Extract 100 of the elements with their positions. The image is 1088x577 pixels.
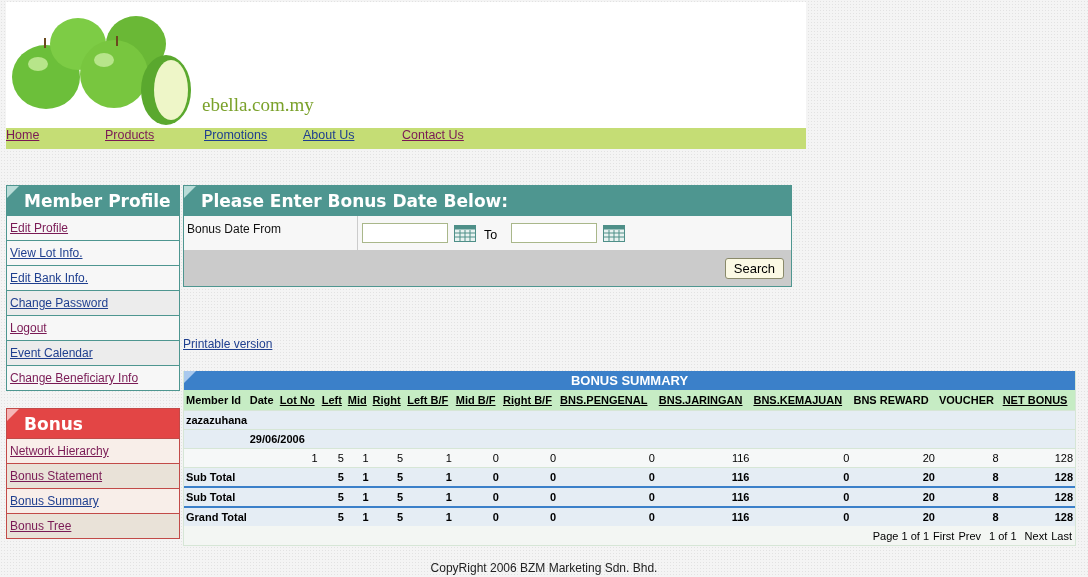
table-cell: 0	[453, 507, 501, 526]
column-header: Date	[247, 390, 278, 411]
menu-title: Bonus	[7, 409, 179, 438]
column-header[interactable]: BNS.JARINGAN	[656, 390, 752, 411]
menu-link[interactable]: Change Password	[10, 296, 109, 310]
panel-title: Please Enter Bonus Date Below:	[184, 186, 791, 216]
table-cell: 1	[405, 448, 454, 468]
table-cell: 1	[345, 507, 371, 526]
table-cell: 116	[656, 507, 752, 526]
table-cell: 5	[319, 487, 346, 507]
date-from-field[interactable]	[362, 223, 448, 243]
table-cell: 1	[345, 448, 371, 468]
table-cell: 1	[277, 448, 320, 468]
table-cell: 20	[851, 448, 937, 468]
nav-link[interactable]: Home	[6, 128, 105, 143]
menu-link[interactable]: Bonus Summary	[10, 494, 99, 508]
table-cell: zazazuhana	[184, 410, 1075, 430]
table-cell: 5	[370, 448, 406, 468]
table-cell: 1	[345, 487, 371, 507]
table-cell: 20	[851, 467, 937, 487]
nav-link[interactable]: About Us	[303, 128, 402, 143]
last-link[interactable]: Last	[1051, 529, 1072, 542]
table-cell: 128	[1000, 467, 1075, 487]
table-cell: 128	[1000, 507, 1075, 526]
table-cell: 1	[405, 487, 454, 507]
column-header[interactable]: Left	[319, 390, 346, 411]
next-link[interactable]: Next	[1024, 529, 1048, 542]
copyright-text: CopyRight 2006 BZM Marketing Sdn. Bhd.	[430, 561, 658, 575]
page-position: 1 of 1	[989, 529, 1017, 542]
table-cell: 0	[751, 467, 852, 487]
table-cell: 29/06/2006	[247, 429, 1075, 449]
menu-link[interactable]: Change Beneficiary Info	[10, 371, 139, 385]
calendar-icon[interactable]	[454, 224, 476, 242]
corner-fold-icon	[7, 409, 19, 421]
table-cell: 0	[453, 487, 501, 507]
column-header[interactable]: Right B/F	[500, 390, 559, 411]
column-header[interactable]: Right	[370, 390, 406, 411]
search-button[interactable]: Search	[724, 257, 784, 279]
table-cell: 5	[319, 507, 346, 526]
table-cell: 0	[500, 448, 559, 468]
menu-link[interactable]: Edit Profile	[10, 221, 69, 235]
column-header[interactable]: Mid	[345, 390, 371, 411]
column-header[interactable]: NET BONUS	[1000, 390, 1075, 411]
table-cell: 5	[319, 467, 346, 487]
column-header[interactable]: Left B/F	[405, 390, 454, 411]
menu-link[interactable]: Bonus Tree	[10, 519, 72, 533]
column-header: BNS REWARD	[851, 390, 937, 411]
column-header[interactable]: BNS.PENGENAL	[558, 390, 657, 411]
menu-link[interactable]: Bonus Statement	[10, 469, 103, 483]
table-title: BONUS SUMMARY	[570, 373, 689, 388]
table-cell: 8	[936, 448, 1001, 468]
table-cell: Sub Total	[184, 487, 320, 507]
menu-title: Member Profile	[7, 186, 179, 215]
table-cell: 5	[370, 467, 406, 487]
nav-link[interactable]: Promotions	[204, 128, 303, 143]
table-cell: 1	[345, 467, 371, 487]
table-cell: 128	[1000, 448, 1075, 468]
column-header[interactable]: Mid B/F	[453, 390, 501, 411]
table-cell: 116	[656, 487, 752, 507]
column-header[interactable]: Lot No	[277, 390, 320, 411]
menu-link[interactable]: Event Calendar	[10, 346, 93, 360]
first-link[interactable]: First	[933, 529, 955, 542]
printable-version-link[interactable]: Printable version	[183, 337, 273, 351]
column-header[interactable]: BNS.KEMAJUAN	[751, 390, 852, 411]
menu-link[interactable]: View Lot Info.	[10, 246, 83, 260]
table-cell: 20	[851, 507, 937, 526]
table-cell: 0	[558, 487, 657, 507]
table-cell: 0	[558, 467, 657, 487]
table-cell: 116	[656, 467, 752, 487]
table-cell: 0	[751, 448, 852, 468]
corner-fold-icon	[7, 186, 19, 198]
corner-fold-icon	[184, 371, 196, 383]
table-cell: 0	[453, 467, 501, 487]
nav-link[interactable]: Contact Us	[402, 128, 501, 143]
menu-link[interactable]: Logout	[10, 321, 47, 335]
prev-link[interactable]: Prev	[958, 529, 982, 542]
to-label: To	[484, 227, 498, 242]
table-cell: 1	[405, 507, 454, 526]
table-cell: Grand Total	[184, 507, 320, 526]
table-cell: 0	[558, 507, 657, 526]
table-cell: 0	[558, 448, 657, 468]
date-to-field[interactable]	[511, 223, 598, 243]
menu-link[interactable]: Network Hierarchy	[10, 444, 109, 458]
calendar-icon[interactable]	[603, 224, 626, 242]
table-cell: 0	[500, 507, 559, 526]
table-cell: 0	[751, 507, 852, 526]
table-cell: 5	[370, 507, 406, 526]
table-cell: 20	[851, 487, 937, 507]
table-cell: Sub Total	[184, 467, 320, 487]
table-cell: 8	[936, 487, 1001, 507]
table-cell: 8	[936, 507, 1001, 526]
table-cell: 0	[453, 448, 501, 468]
table-cell: 128	[1000, 487, 1075, 507]
table-cell: 116	[656, 448, 752, 468]
table-cell: 8	[936, 467, 1001, 487]
table-cell: 0	[500, 487, 559, 507]
table-cell: 5	[370, 487, 406, 507]
table-cell: 0	[500, 467, 559, 487]
menu-link[interactable]: Edit Bank Info.	[10, 271, 89, 285]
nav-link[interactable]: Products	[105, 128, 204, 143]
